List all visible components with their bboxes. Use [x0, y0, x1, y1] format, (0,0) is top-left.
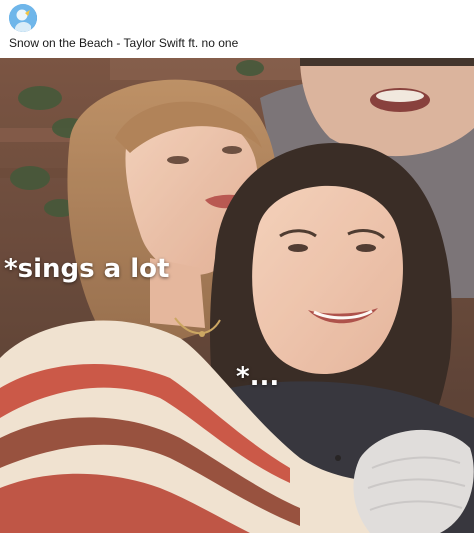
- overlay-text-top: *sings a lot: [4, 254, 170, 284]
- photo-illustration: [0, 58, 474, 533]
- overlay-text-bottom: *...: [236, 362, 280, 392]
- meme-image: *sings a lot *...: [0, 58, 474, 533]
- post-header: Snow on the Beach - Taylor Swift ft. no …: [0, 0, 474, 58]
- avatar[interactable]: [9, 4, 37, 32]
- post-caption: Snow on the Beach - Taylor Swift ft. no …: [9, 36, 239, 50]
- avatar-icon: [9, 4, 37, 32]
